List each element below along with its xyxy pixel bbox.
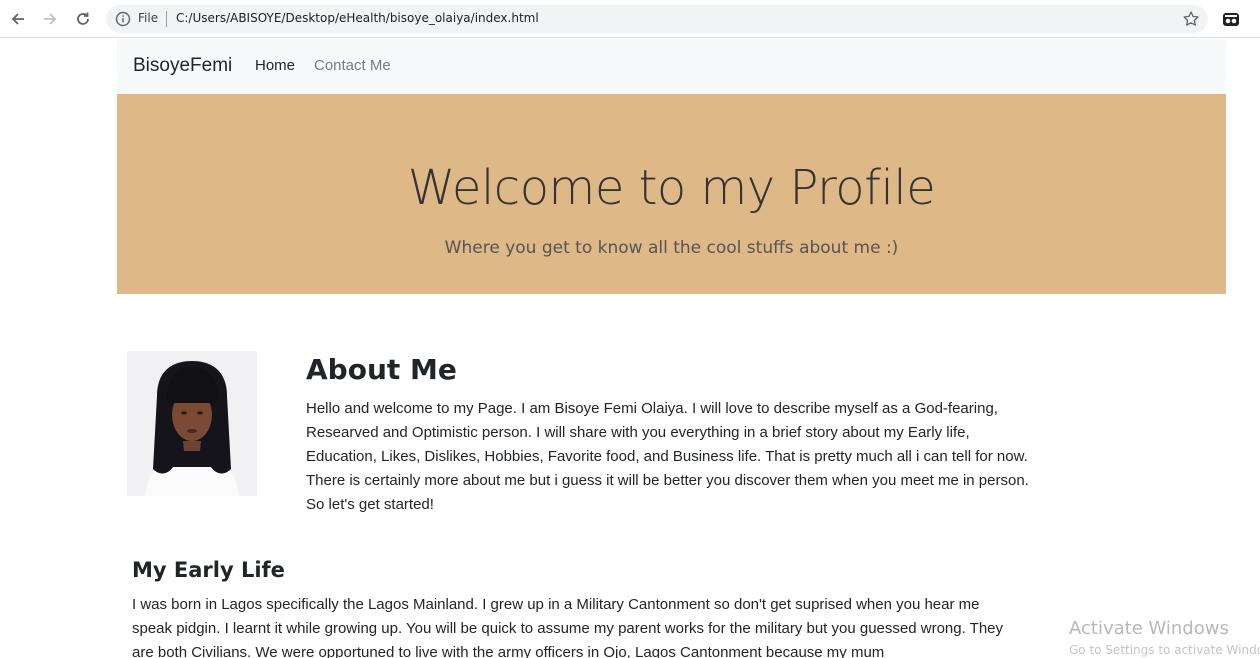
back-button[interactable] bbox=[6, 7, 30, 31]
navbar-brand[interactable]: BisoyeFemi bbox=[133, 55, 232, 77]
profile-photo bbox=[127, 351, 257, 496]
activate-windows-hint: Go to Settings to activate Windows. bbox=[1069, 643, 1260, 657]
info-icon[interactable] bbox=[115, 11, 131, 27]
reload-button[interactable] bbox=[71, 7, 95, 31]
about-heading: About Me bbox=[306, 353, 457, 386]
early-life-heading: My Early Life bbox=[132, 558, 285, 582]
hero-title: Welcome to my Profile bbox=[407, 160, 936, 216]
hero-subtitle: Where you get to know all the cool stuff… bbox=[444, 238, 899, 258]
profile-photo-illustration bbox=[127, 351, 257, 496]
file-label: File bbox=[138, 11, 159, 25]
nav-link-contact[interactable]: Contact Me bbox=[314, 57, 391, 74]
reload-icon bbox=[77, 12, 89, 25]
omnibox-separator bbox=[166, 11, 167, 27]
browser-toolbar: File C:/Users/ABISOYE/Desktop/eHealth/bi… bbox=[0, 0, 1260, 38]
incognito-extension-icon[interactable] bbox=[1222, 10, 1240, 28]
forward-button[interactable] bbox=[38, 7, 62, 31]
early-life-paragraph: I was born in Lagos specifically the Lag… bbox=[132, 596, 1004, 658]
site-navbar: BisoyeFemi Home Contact Me bbox=[117, 39, 1226, 94]
back-arrow-icon bbox=[11, 13, 24, 25]
forward-arrow-icon bbox=[44, 13, 57, 25]
url-text[interactable]: C:/Users/ABISOYE/Desktop/eHealth/bisoye_… bbox=[176, 11, 539, 25]
activate-windows-watermark: Activate Windows bbox=[1069, 618, 1229, 639]
star-icon[interactable] bbox=[1182, 10, 1200, 28]
about-paragraph: Hello and welcome to my Page. I am Bisoy… bbox=[306, 400, 1029, 513]
nav-link-home[interactable]: Home bbox=[255, 57, 295, 74]
address-bar[interactable]: File C:/Users/ABISOYE/Desktop/eHealth/bi… bbox=[106, 5, 1208, 33]
hero-jumbotron: Welcome to my Profile Where you get to k… bbox=[117, 94, 1226, 294]
